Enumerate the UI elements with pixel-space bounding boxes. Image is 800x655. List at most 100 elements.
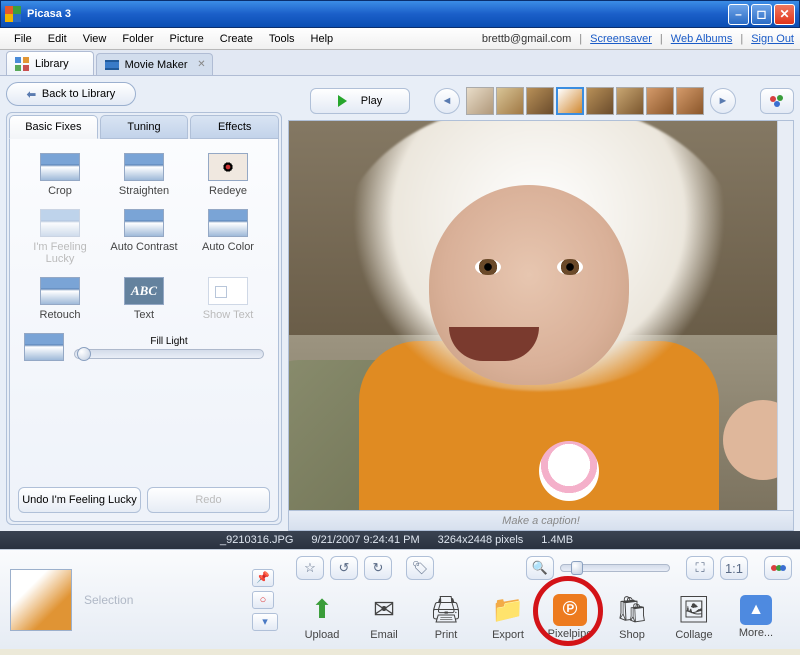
tool-redeye[interactable]: Redeye — [189, 153, 267, 197]
thumb-4-selected[interactable] — [556, 87, 584, 115]
tab-movie-maker[interactable]: Movie Maker ✕ — [96, 53, 213, 75]
caption-input[interactable]: Make a caption! — [288, 511, 794, 531]
zoom-slider[interactable] — [560, 564, 670, 572]
tool-show-text: Show Text — [189, 277, 267, 321]
slider-knob[interactable] — [77, 347, 91, 361]
color-picker-button[interactable] — [760, 88, 794, 114]
thumb-6[interactable] — [616, 87, 644, 115]
histogram-icon — [770, 562, 786, 574]
close-button[interactable]: ✕ — [774, 4, 795, 25]
tool-crop[interactable]: Crop — [21, 153, 99, 197]
filmstrip — [466, 87, 704, 115]
tab-movie-maker-label: Movie Maker — [125, 59, 188, 71]
email-button[interactable]: ✉Email — [358, 593, 410, 641]
movie-icon — [105, 58, 119, 72]
histogram-button[interactable] — [764, 556, 792, 580]
back-to-library-button[interactable]: ⬅ Back to Library — [6, 82, 136, 106]
back-arrow-icon: ⬅ — [27, 88, 36, 101]
photo-nav-row: Play ◄ ► — [288, 82, 794, 120]
fit-screen-button[interactable]: ⛶ — [686, 556, 714, 580]
thumb-5[interactable] — [586, 87, 614, 115]
tag-button[interactable]: 🏷 — [406, 556, 434, 580]
more-button[interactable]: ▲More... — [730, 595, 782, 639]
status-date: 9/21/2007 9:24:41 PM — [311, 534, 419, 546]
export-button[interactable]: 📁Export — [482, 593, 534, 641]
menu-folder[interactable]: Folder — [114, 31, 161, 47]
subtab-basic-fixes[interactable]: Basic Fixes — [9, 115, 98, 139]
thumb-1[interactable] — [466, 87, 494, 115]
tool-text[interactable]: ABCText — [105, 277, 183, 321]
tab-library[interactable]: Library — [6, 51, 94, 75]
zoom-fit-button[interactable]: 🔍 — [526, 556, 554, 580]
pixelpipe-button[interactable]: ℗Pixelpipe — [544, 594, 596, 640]
clear-button[interactable]: ○ — [252, 591, 274, 609]
play-label: Play — [361, 95, 382, 107]
tab-bar: Library Movie Maker ✕ — [0, 50, 800, 76]
collage-button[interactable]: 🖼Collage — [668, 593, 720, 641]
play-icon — [338, 95, 347, 107]
color-icon — [208, 209, 248, 237]
thumb-8[interactable] — [676, 87, 704, 115]
link-screensaver[interactable]: Screensaver — [590, 33, 652, 45]
export-icon: 📁 — [489, 593, 527, 627]
tool-auto-color[interactable]: Auto Color — [189, 209, 267, 265]
menu-edit[interactable]: Edit — [40, 31, 75, 47]
link-web-albums[interactable]: Web Albums — [671, 33, 733, 45]
next-photo-button[interactable]: ► — [710, 88, 736, 114]
tool-retouch[interactable]: Retouch — [21, 277, 99, 321]
fill-light-slider[interactable] — [74, 349, 264, 359]
menu-tools[interactable]: Tools — [261, 31, 303, 47]
fill-light-icon — [24, 333, 64, 361]
shop-icon: 🛍 — [613, 593, 651, 627]
vertical-scrollbar[interactable] — [777, 121, 793, 510]
selection-label: Selection — [84, 593, 133, 607]
lucky-icon — [40, 209, 80, 237]
menu-file[interactable]: File — [6, 31, 40, 47]
zoom-knob[interactable] — [571, 561, 583, 575]
close-tab-icon[interactable]: ✕ — [197, 59, 205, 70]
menu-view[interactable]: View — [75, 31, 115, 47]
tool-straighten[interactable]: Straighten — [105, 153, 183, 197]
thumb-7[interactable] — [646, 87, 674, 115]
shop-button[interactable]: 🛍Shop — [606, 593, 658, 641]
status-dimensions: 3264x2448 pixels — [438, 534, 524, 546]
tool-feeling-lucky[interactable]: I'm Feeling Lucky — [21, 209, 99, 265]
star-button[interactable]: ☆ — [296, 556, 324, 580]
tool-auto-contrast[interactable]: Auto Contrast — [105, 209, 183, 265]
crop-icon — [40, 153, 80, 181]
menu-create[interactable]: Create — [212, 31, 261, 47]
status-filename: _9210316.JPG — [220, 534, 293, 546]
print-button[interactable]: 🖨Print — [420, 593, 472, 641]
play-button[interactable]: Play — [310, 88, 410, 114]
library-icon — [15, 57, 29, 71]
bottom-panel: Selection 📌 ○ ▾ ☆ ↺ ↻ 🏷 🔍 ⛶ 1:1 ⬆Upload … — [0, 549, 800, 649]
edit-panel: ⬅ Back to Library Basic Fixes Tuning Eff… — [0, 76, 288, 531]
rotate-left-button[interactable]: ↺ — [330, 556, 358, 580]
upload-button[interactable]: ⬆Upload — [296, 593, 348, 641]
palette-icon — [768, 93, 786, 109]
tab-library-label: Library — [35, 58, 69, 70]
picasa-icon — [5, 6, 21, 22]
collage-icon: 🖼 — [675, 593, 713, 627]
add-to-button[interactable]: ▾ — [252, 613, 278, 631]
link-sign-out[interactable]: Sign Out — [751, 33, 794, 45]
minimize-button[interactable]: – — [728, 4, 749, 25]
actual-size-button[interactable]: 1:1 — [720, 556, 748, 580]
menu-picture[interactable]: Picture — [162, 31, 212, 47]
menu-bar: File Edit View Folder Picture Create Too… — [0, 28, 800, 50]
hold-button[interactable]: 📌 — [252, 569, 274, 587]
thumb-2[interactable] — [496, 87, 524, 115]
thumb-3[interactable] — [526, 87, 554, 115]
email-icon: ✉ — [365, 593, 403, 627]
subtab-tuning[interactable]: Tuning — [100, 115, 189, 139]
selection-thumb[interactable] — [10, 569, 72, 631]
maximize-button[interactable]: ◻ — [751, 4, 772, 25]
main-photo-viewport[interactable] — [288, 120, 794, 511]
rotate-right-button[interactable]: ↻ — [364, 556, 392, 580]
retouch-icon — [40, 277, 80, 305]
subtab-effects[interactable]: Effects — [190, 115, 279, 139]
selection-tray: Selection 📌 ○ ▾ — [0, 550, 288, 649]
menu-help[interactable]: Help — [303, 31, 342, 47]
undo-button[interactable]: Undo I'm Feeling Lucky — [18, 487, 141, 513]
prev-photo-button[interactable]: ◄ — [434, 88, 460, 114]
